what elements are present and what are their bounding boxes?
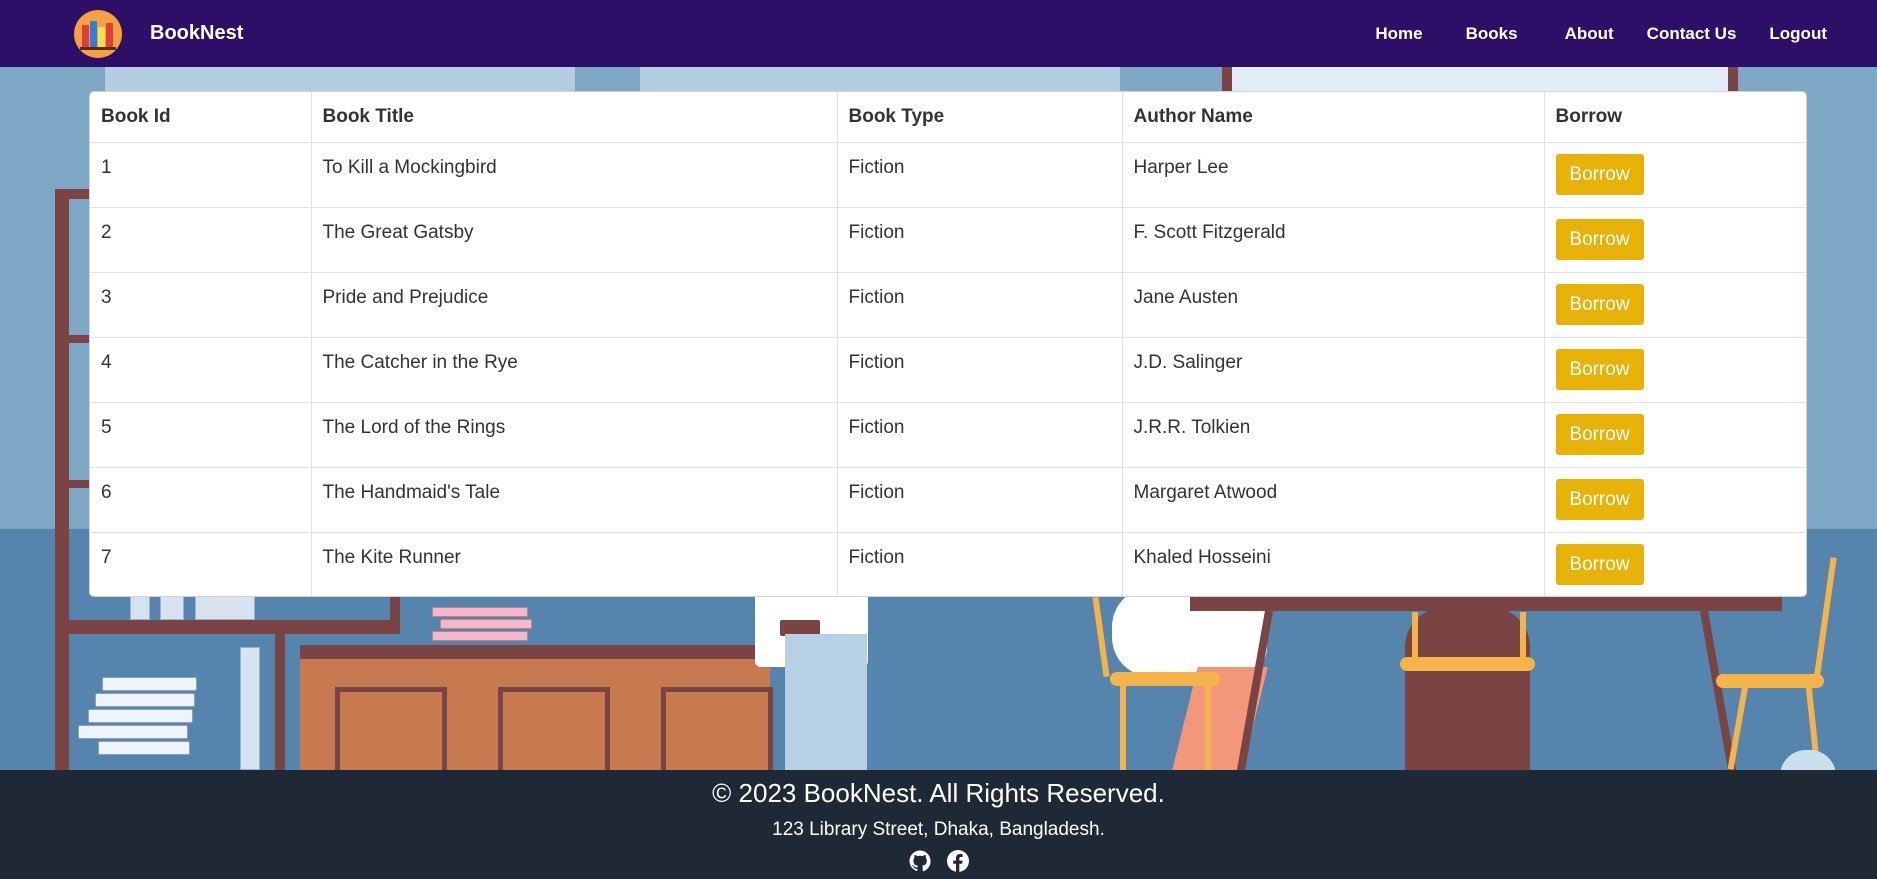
book-id: 5 [90, 402, 312, 468]
navbar: BookNest Home Books About Contact Us Log… [0, 0, 1877, 67]
books-logo-icon [74, 9, 122, 58]
book-id: 1 [90, 142, 312, 208]
borrow-button[interactable]: Borrow [1555, 478, 1644, 520]
desk [300, 645, 773, 770]
borrow-button[interactable]: Borrow [1555, 348, 1644, 390]
book-title: To Kill a Mockingbird [311, 142, 838, 208]
table-row: 7 The Kite Runner Fiction Khaled Hossein… [90, 532, 1806, 596]
author-name: J.R.R. Tolkien [1122, 402, 1545, 468]
borrow-button[interactable]: Borrow [1555, 218, 1644, 260]
facebook-icon[interactable] [946, 849, 970, 873]
book-id: 6 [90, 467, 312, 533]
column-header-borrow: Borrow [1544, 92, 1806, 143]
copyright-text: © 2023 BookNest. All Rights Reserved. [712, 778, 1165, 808]
table-row: 5 The Lord of the Rings Fiction J.R.R. T… [90, 402, 1806, 468]
nav-contact-us[interactable]: Contact Us [1647, 24, 1737, 44]
author-name: Jane Austen [1122, 272, 1545, 338]
author-name: F. Scott Fitzgerald [1122, 207, 1545, 273]
book-title: The Great Gatsby [311, 207, 838, 273]
author-name: J.D. Salinger [1122, 337, 1545, 403]
table-header-row: Book Id Book Title Book Type Author Name… [90, 92, 1806, 143]
nav-books[interactable]: Books [1466, 24, 1518, 44]
table-row: 3 Pride and Prejudice Fiction Jane Auste… [90, 272, 1806, 338]
book-type: Fiction [837, 272, 1123, 338]
book-id: 2 [90, 207, 312, 273]
book-type: Fiction [837, 142, 1123, 208]
author-name: Harper Lee [1122, 142, 1545, 208]
borrow-button[interactable]: Borrow [1555, 413, 1644, 455]
book-title: The Handmaid's Tale [311, 467, 838, 533]
book-title: Pride and Prejudice [311, 272, 838, 338]
nav-about[interactable]: About [1565, 24, 1614, 44]
window [1232, 67, 1732, 91]
author-name: Margaret Atwood [1122, 467, 1545, 533]
book-type: Fiction [837, 337, 1123, 403]
book-type: Fiction [837, 402, 1123, 468]
book-id: 7 [90, 532, 312, 596]
brand[interactable]: BookNest [74, 9, 244, 58]
book-title: The Catcher in the Rye [311, 337, 838, 403]
borrow-button[interactable]: Borrow [1555, 543, 1644, 585]
top-shelf [105, 67, 575, 91]
book-title: The Kite Runner [311, 532, 838, 596]
table-row: 6 The Handmaid's Tale Fiction Margaret A… [90, 467, 1806, 533]
footer: © 2023 BookNest. All Rights Reserved. 12… [0, 770, 1877, 879]
social-links [0, 849, 1877, 873]
author-name: Khaled Hosseini [1122, 532, 1545, 596]
table-row: 1 To Kill a Mockingbird Fiction Harper L… [90, 142, 1806, 208]
book-id: 3 [90, 272, 312, 338]
book-title: The Lord of the Rings [311, 402, 838, 468]
column-header-author-name: Author Name [1122, 92, 1545, 143]
column-header-book-title: Book Title [311, 92, 838, 143]
table-row: 4 The Catcher in the Rye Fiction J.D. Sa… [90, 337, 1806, 403]
book-type: Fiction [837, 532, 1123, 596]
book-type: Fiction [837, 207, 1123, 273]
book-type: Fiction [837, 467, 1123, 533]
column-header-book-type: Book Type [837, 92, 1123, 143]
books-table: Book Id Book Title Book Type Author Name… [90, 92, 1806, 596]
borrow-button[interactable]: Borrow [1555, 153, 1644, 195]
column-header-book-id: Book Id [90, 92, 312, 143]
book-id: 4 [90, 337, 312, 403]
brand-name: BookNest [150, 22, 244, 44]
books-table-card: Book Id Book Title Book Type Author Name… [89, 91, 1807, 597]
nav-home[interactable]: Home [1375, 24, 1422, 44]
nav-links: Home Books About Contact Us Logout [1375, 24, 1827, 44]
borrow-button[interactable]: Borrow [1555, 283, 1644, 325]
top-shelf [640, 67, 1120, 91]
address-text: 123 Library Street, Dhaka, Bangladesh. [772, 819, 1105, 840]
nav-logout[interactable]: Logout [1769, 24, 1827, 44]
table-row: 2 The Great Gatsby Fiction F. Scott Fitz… [90, 207, 1806, 273]
github-icon[interactable] [908, 849, 932, 873]
